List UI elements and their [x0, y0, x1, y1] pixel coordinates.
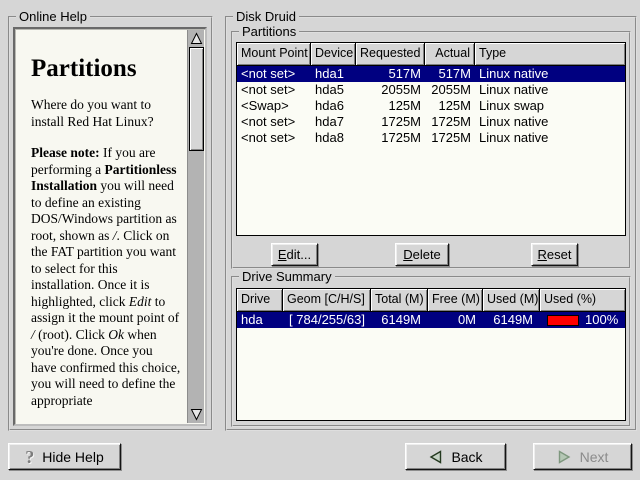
cell-requested: 1725M — [356, 130, 425, 146]
help-note-run: Edit — [129, 294, 152, 309]
cell-type: Linux native — [475, 114, 625, 130]
help-note-run: Ok — [108, 327, 124, 342]
scrollbar-thumb[interactable] — [189, 47, 204, 151]
partition-row[interactable]: <not set> hda1 517M 517M Linux native — [237, 66, 625, 82]
help-note-run: Please note: — [31, 145, 100, 160]
column-header-free[interactable]: Free (M) — [428, 289, 483, 311]
edit-button[interactable]: Edit... — [271, 243, 318, 266]
column-header-requested[interactable]: Requested — [356, 43, 425, 65]
column-header-type[interactable]: Type — [475, 43, 625, 65]
partitions-frame-label: Partitions — [239, 25, 299, 39]
cell-used-m: 6149M — [483, 312, 540, 328]
column-header-device[interactable]: Device — [311, 43, 356, 65]
partition-row[interactable]: <not set> hda5 2055M 2055M Linux native — [237, 82, 625, 98]
cell-requested: 125M — [356, 98, 425, 114]
cell-actual: 2055M — [425, 82, 475, 98]
reset-button-label: eset — [547, 247, 572, 262]
cell-mount-point: <not set> — [237, 130, 311, 146]
cell-device: hda8 — [311, 130, 356, 146]
cell-free: 0M — [428, 312, 483, 328]
help-content: Partitions Where do you want to install … — [16, 29, 186, 423]
cell-requested: 2055M — [356, 82, 425, 98]
reset-button-hotkey: R — [538, 247, 547, 262]
online-help-frame-label: Online Help — [16, 10, 90, 24]
cell-device: hda7 — [311, 114, 356, 130]
used-percent-bar — [547, 315, 579, 326]
help-title: Partitions — [31, 55, 181, 83]
cell-total: 6149M — [371, 312, 428, 328]
cell-type: Linux native — [475, 82, 625, 98]
cell-actual: 517M — [425, 66, 475, 82]
scroll-down-icon[interactable] — [189, 407, 204, 422]
scroll-up-icon[interactable] — [189, 31, 204, 46]
cell-device: hda6 — [311, 98, 356, 114]
column-header-mount-point[interactable]: Mount Point — [237, 43, 311, 65]
partition-row[interactable]: <not set> hda7 1725M 1725M Linux native — [237, 114, 625, 130]
cell-actual: 1725M — [425, 130, 475, 146]
cell-geom: [ 784/255/63] — [283, 312, 371, 328]
help-question-icon: ? — [25, 448, 34, 466]
installer-screen: Online Help Partitions Where do you want… — [0, 0, 640, 480]
help-scrollbar[interactable] — [187, 30, 204, 423]
partition-row[interactable]: <not set> hda8 1725M 1725M Linux native — [237, 130, 625, 146]
cell-type: Linux swap — [475, 98, 625, 114]
drive-row[interactable]: hda [ 784/255/63] 6149M 0M 6149M 100% — [237, 312, 625, 328]
delete-button-label: elete — [413, 247, 441, 262]
delete-button-hotkey: D — [403, 247, 412, 262]
drive-summary-table-header: Drive Geom [C/H/S] Total (M) Free (M) Us… — [237, 289, 625, 312]
help-viewport: Partitions Where do you want to install … — [13, 27, 207, 426]
help-note-paragraph: Please note: If you are performing a Par… — [31, 145, 181, 409]
column-header-actual[interactable]: Actual — [425, 43, 475, 65]
hide-help-button-label: Hide Help — [42, 449, 103, 465]
cell-device: hda5 — [311, 82, 356, 98]
disk-druid-frame-label: Disk Druid — [233, 10, 299, 24]
drive-summary-frame-label: Drive Summary — [239, 270, 335, 284]
cell-device: hda1 — [311, 66, 356, 82]
partitions-table: Mount Point Device Requested Actual Type… — [236, 42, 626, 236]
column-header-total[interactable]: Total (M) — [371, 289, 428, 311]
cell-requested: 1725M — [356, 114, 425, 130]
edit-button-hotkey: E — [278, 247, 287, 262]
cell-mount-point: <not set> — [237, 114, 311, 130]
cell-type: Linux native — [475, 130, 625, 146]
cell-actual: 125M — [425, 98, 475, 114]
disk-druid-panel: Disk Druid Partitions Mount Point Device… — [225, 16, 637, 431]
back-arrow-icon — [428, 450, 443, 464]
next-arrow-icon — [557, 450, 572, 464]
cell-used-pct: 100% — [540, 312, 625, 328]
cell-mount-point: <not set> — [237, 82, 311, 98]
help-intro-paragraph: Where do you want to install Red Hat Lin… — [31, 97, 181, 130]
partitions-group: Partitions Mount Point Device Requested … — [231, 31, 631, 269]
drive-summary-table: Drive Geom [C/H/S] Total (M) Free (M) Us… — [236, 288, 626, 421]
partitions-table-header: Mount Point Device Requested Actual Type — [237, 43, 625, 66]
delete-button[interactable]: Delete — [395, 243, 449, 266]
cell-type: Linux native — [475, 66, 625, 82]
cell-mount-point: <not set> — [237, 66, 311, 82]
online-help-panel: Online Help Partitions Where do you want… — [8, 16, 213, 431]
next-button[interactable]: Next — [533, 443, 632, 470]
drive-summary-group: Drive Summary Drive Geom [C/H/S] Total (… — [231, 276, 631, 427]
column-header-geom[interactable]: Geom [C/H/S] — [283, 289, 371, 311]
back-button[interactable]: Back — [405, 443, 506, 470]
cell-actual: 1725M — [425, 114, 475, 130]
partition-row[interactable]: <Swap> hda6 125M 125M Linux swap — [237, 98, 625, 114]
help-note-run: (root). Click — [35, 327, 109, 342]
edit-button-label: dit... — [287, 247, 312, 262]
used-percent-text: 100% — [585, 312, 618, 328]
back-button-label: Back — [451, 449, 482, 465]
cell-mount-point: <Swap> — [237, 98, 311, 114]
reset-button[interactable]: Reset — [531, 243, 578, 266]
column-header-used-pct[interactable]: Used (%) — [540, 289, 625, 311]
cell-requested: 517M — [356, 66, 425, 82]
column-header-drive[interactable]: Drive — [237, 289, 283, 311]
next-button-label: Next — [580, 449, 609, 465]
hide-help-button[interactable]: ? Hide Help — [8, 443, 121, 470]
cell-drive: hda — [237, 312, 283, 328]
column-header-used-m[interactable]: Used (M) — [483, 289, 540, 311]
